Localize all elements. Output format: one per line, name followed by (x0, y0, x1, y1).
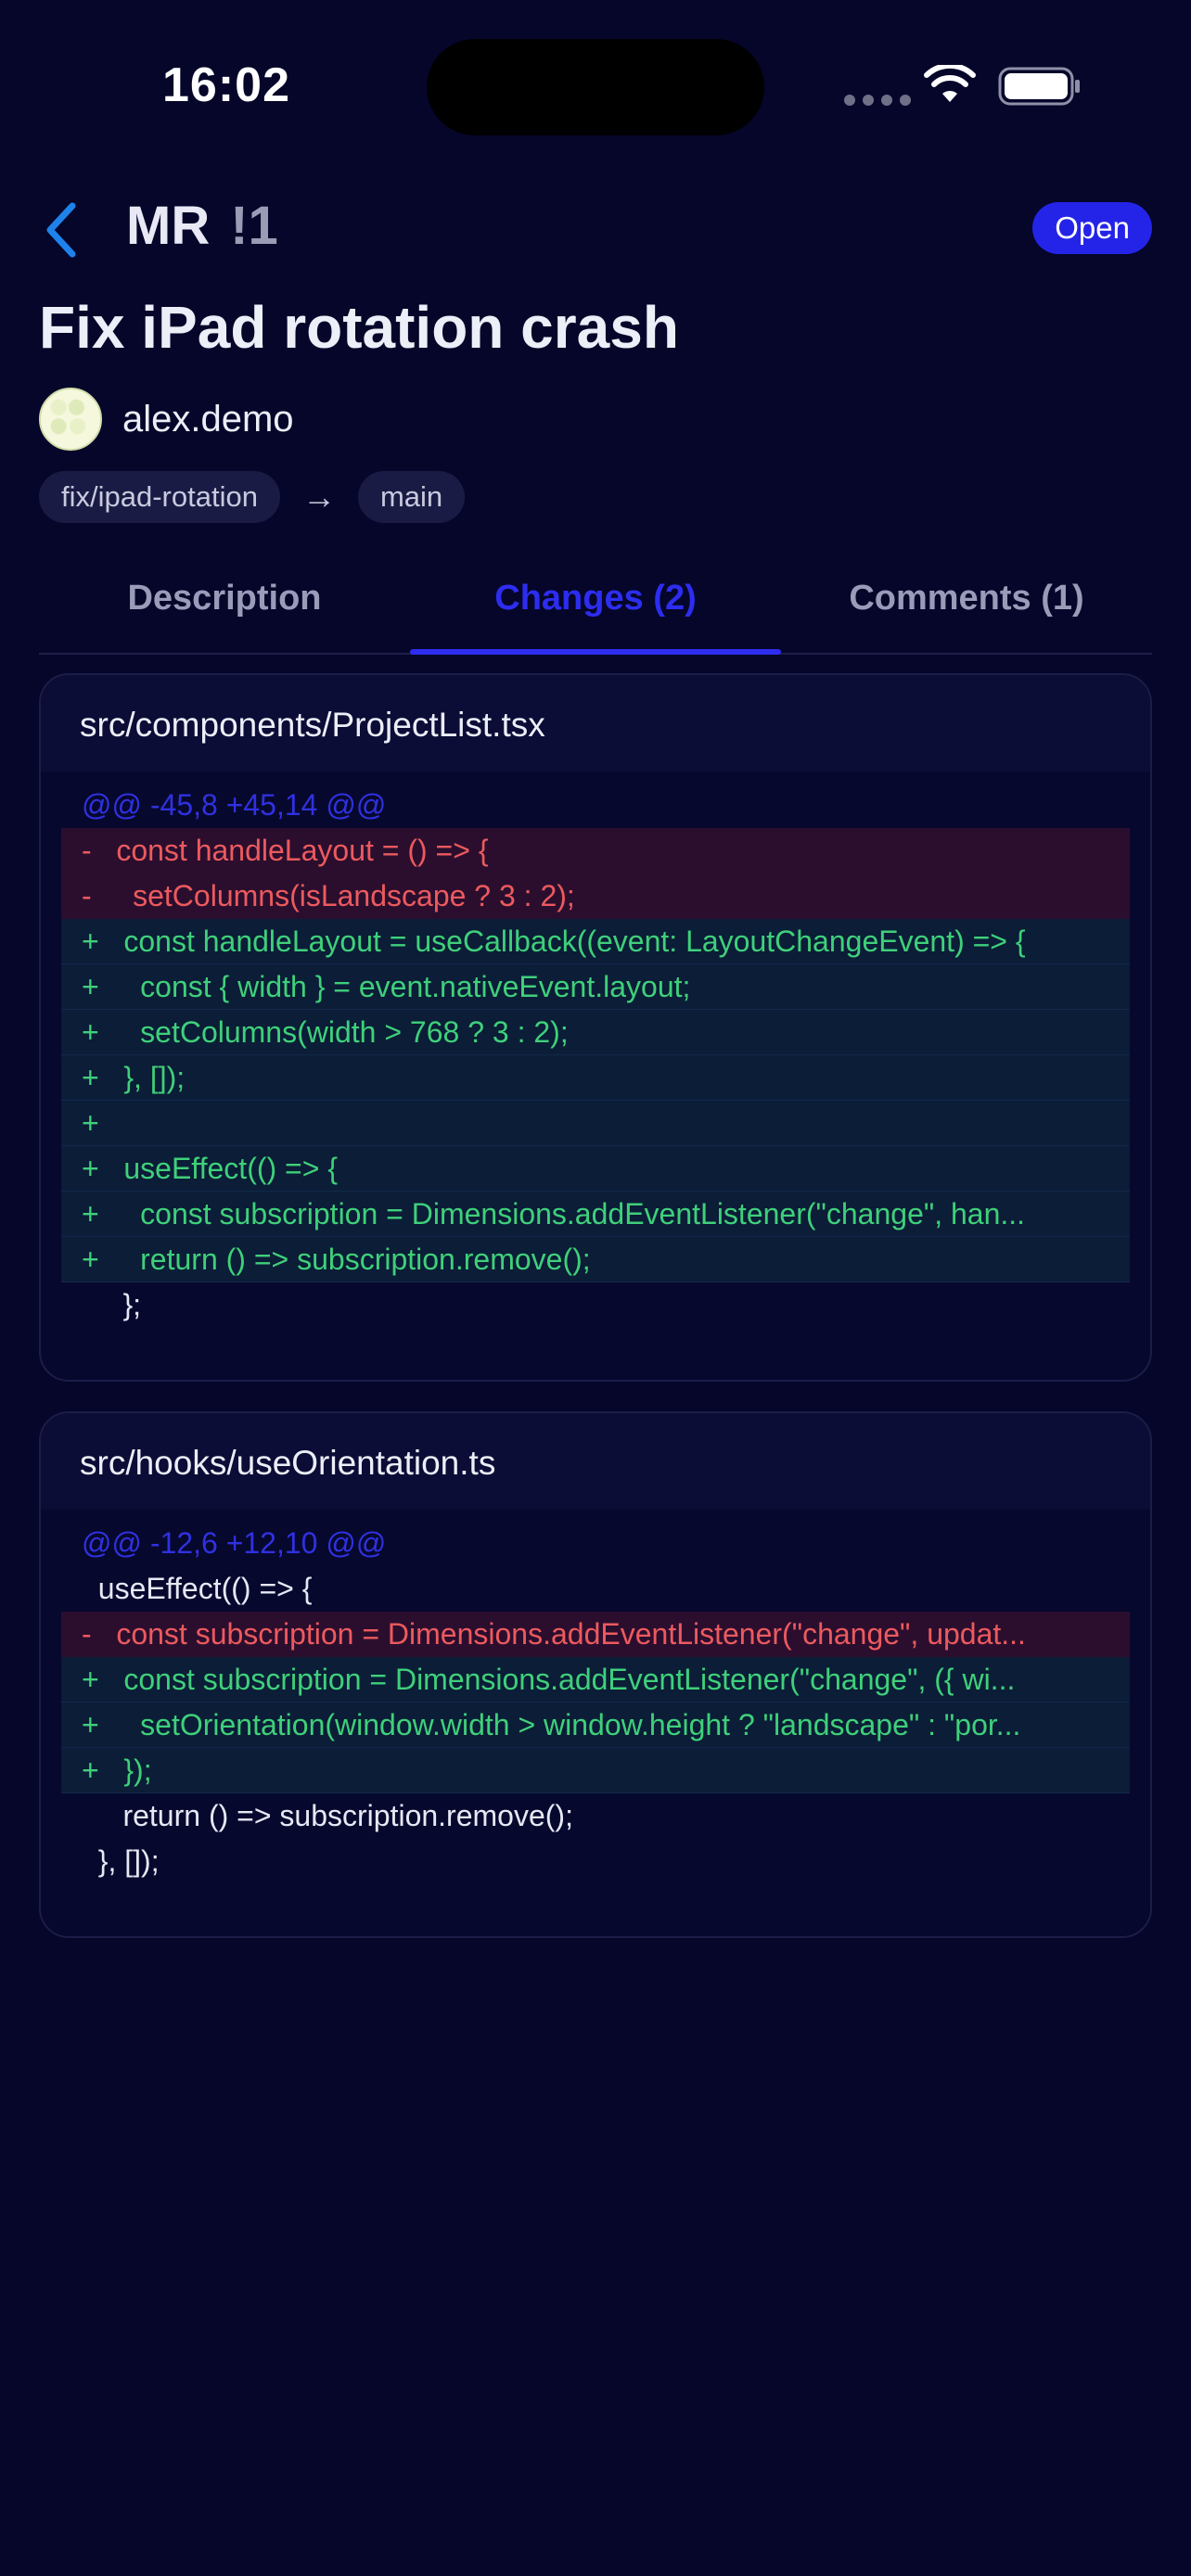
diff-line-added: + }); (61, 1748, 1130, 1793)
file-path[interactable]: src/hooks/useOrientation.ts (41, 1413, 1150, 1510)
page-title: Fix iPad rotation crash (39, 294, 679, 361)
diff-line-added: + setOrientation(window.width > window.h… (61, 1702, 1130, 1748)
diff-line-added: + const { width } = event.nativeEvent.la… (61, 964, 1130, 1010)
file-path[interactable]: src/components/ProjectList.tsx (41, 675, 1150, 772)
chevron-left-icon (46, 202, 76, 258)
mr-number: !1 (230, 196, 278, 256)
diff-line-deleted: - setColumns(isLandscape ? 3 : 2); (61, 874, 1130, 919)
tab-bar: Description Changes (2) Comments (1) (39, 556, 1152, 655)
diff-file-card: src/components/ProjectList.tsx @@ -45,8 … (39, 673, 1152, 1382)
diff-line-deleted: - const handleLayout = () => { (61, 828, 1130, 874)
diff-line-added: + const subscription = Dimensions.addEve… (61, 1657, 1130, 1702)
status-time: 16:02 (162, 58, 290, 112)
diff-line-context: return () => subscription.remove(); (82, 1799, 573, 1832)
diff-line-added: + (61, 1101, 1130, 1146)
diff-body: @@ -45,8 +45,14 @@ - const handleLayout … (41, 772, 1150, 1380)
tab-description[interactable]: Description (39, 556, 410, 653)
mr-identifier: MR !1 (126, 195, 278, 257)
tab-comments[interactable]: Comments (1) (781, 556, 1152, 653)
diff-file-card: src/hooks/useOrientation.ts @@ -12,6 +12… (39, 1411, 1152, 1938)
branch-row: fix/ipad-rotation → main (39, 471, 466, 523)
diff-line-added: + const handleLayout = useCallback((even… (61, 919, 1130, 964)
author-name[interactable]: alex.demo (122, 399, 294, 440)
wifi-icon (924, 65, 976, 102)
diff-hunk-header: @@ -12,6 +12,10 @@ (82, 1526, 387, 1560)
diff-line-context: useEffect(() => { (82, 1572, 313, 1605)
cellular-signal-icon (844, 95, 911, 106)
diff-line-added: + setColumns(width > 768 ? 3 : 2); (61, 1010, 1130, 1055)
dynamic-island (427, 39, 764, 135)
diff-body: @@ -12,6 +12,10 @@ useEffect(() => { - c… (41, 1510, 1150, 1936)
target-branch-chip[interactable]: main (357, 471, 466, 523)
avatar[interactable] (39, 388, 102, 451)
source-branch-chip[interactable]: fix/ipad-rotation (39, 471, 280, 523)
back-button[interactable] (35, 197, 98, 263)
diff-line-context: }; (82, 1288, 142, 1321)
mr-prefix: MR (126, 196, 211, 256)
status-bar: 16:02 (0, 0, 1191, 176)
author-row: alex.demo (39, 388, 294, 451)
diff-hunk-header: @@ -45,8 +45,14 @@ (82, 788, 387, 822)
diff-line-added: + useEffect(() => { (61, 1146, 1130, 1192)
diff-line-added: + }, []); (61, 1055, 1130, 1101)
tab-changes[interactable]: Changes (2) (410, 556, 781, 655)
diff-line-added: + return () => subscription.remove(); (61, 1237, 1130, 1282)
status-badge: Open (1032, 202, 1152, 254)
navigation-header: MR !1 Open (0, 176, 1191, 287)
diff-line-context: }, []); (82, 1844, 160, 1878)
diff-line-deleted: - const subscription = Dimensions.addEve… (61, 1612, 1130, 1657)
diff-line-added: + const subscription = Dimensions.addEve… (61, 1192, 1130, 1237)
arrow-right-icon: → (301, 478, 336, 516)
battery-icon (998, 67, 1080, 106)
